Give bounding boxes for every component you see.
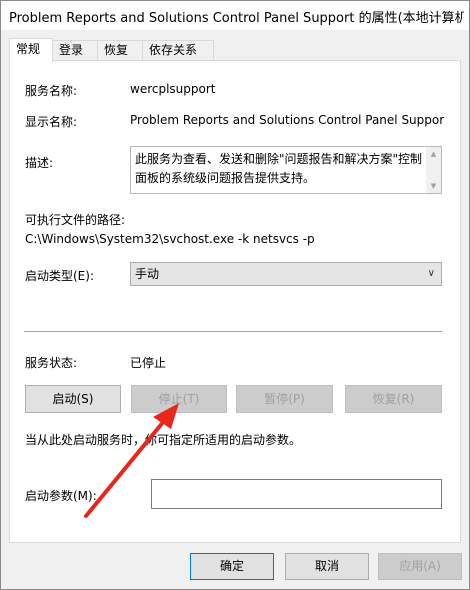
- start-params-input[interactable]: [151, 479, 442, 509]
- start-params-label: 启动参数(M):: [25, 489, 97, 503]
- description-scrollbar[interactable]: ▲ ▼: [426, 147, 441, 193]
- service-name-label: 服务名称:: [25, 84, 78, 98]
- startup-type-value: 手动: [135, 267, 160, 281]
- exe-path-value: C:\Windows\System32\svchost.exe -k netsv…: [25, 232, 315, 246]
- tab-general[interactable]: 常规: [9, 38, 53, 62]
- divider: [24, 331, 442, 332]
- tab-recovery[interactable]: 恢复: [97, 40, 143, 61]
- service-status-label: 服务状态:: [25, 356, 78, 370]
- start-button[interactable]: 启动(S): [25, 385, 121, 413]
- scroll-up-icon[interactable]: ▲: [426, 147, 441, 161]
- resume-button[interactable]: 恢复(R): [345, 385, 442, 413]
- chevron-down-icon: ∨: [427, 268, 435, 279]
- exe-path-label: 可执行文件的路径:: [25, 213, 126, 227]
- start-params-hint: 当从此处启动服务时，你可指定所适用的启动参数。: [25, 433, 302, 447]
- startup-type-label: 启动类型(E):: [25, 269, 94, 283]
- startup-type-select[interactable]: 手动 ∨: [130, 262, 442, 286]
- title-bar: Problem Reports and Solutions Control Pa…: [1, 1, 469, 30]
- tab-logon[interactable]: 登录: [52, 40, 98, 61]
- display-name-label: 显示名称:: [25, 115, 78, 129]
- description-box[interactable]: 此服务为查看、发送和删除"问题报告和解决方案"控制面板的系统级问题报告提供支持。…: [130, 146, 442, 194]
- scroll-down-icon[interactable]: ▼: [426, 179, 441, 193]
- service-properties-dialog: Problem Reports and Solutions Control Pa…: [0, 0, 470, 590]
- stop-button[interactable]: 停止(T): [131, 385, 227, 413]
- window-title: Problem Reports and Solutions Control Pa…: [9, 11, 464, 26]
- description-label: 描述:: [25, 156, 54, 170]
- cancel-button[interactable]: 取消: [285, 553, 369, 580]
- ok-button[interactable]: 确定: [190, 553, 274, 580]
- service-status-value: 已停止: [130, 356, 167, 370]
- tab-dependencies[interactable]: 依存关系: [142, 40, 214, 61]
- general-panel: 服务名称: wercplsupport 显示名称: Problem Report…: [9, 60, 461, 543]
- pause-button[interactable]: 暂停(P): [236, 385, 333, 413]
- apply-button[interactable]: 应用(A): [378, 553, 462, 580]
- service-name-value: wercplsupport: [130, 82, 216, 96]
- display-name-value: Problem Reports and Solutions Control Pa…: [130, 113, 445, 127]
- description-text: 此服务为查看、发送和删除"问题报告和解决方案"控制面板的系统级问题报告提供支持。: [135, 152, 423, 185]
